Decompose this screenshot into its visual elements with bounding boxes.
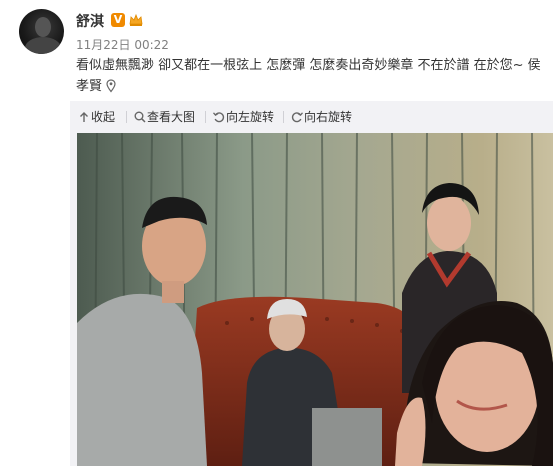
rotate-left-label: 向左旋转: [226, 110, 275, 124]
rotate-right-button[interactable]: 向右旋转: [290, 109, 352, 125]
rotate-left-icon: [213, 112, 225, 123]
rotate-right-icon: [291, 112, 303, 123]
post-header: 舒淇 V 11月22日 00:22 看似虛無飄渺 卻又都在一根弦上 怎麼彈 怎麼…: [0, 0, 557, 100]
avatar-face-shape: [35, 17, 51, 37]
post-photo[interactable]: [77, 133, 553, 466]
avatar[interactable]: [19, 9, 64, 54]
avatar-shoulder-shape: [25, 37, 61, 54]
author-name[interactable]: 舒淇: [76, 11, 104, 31]
magnifier-icon: [134, 111, 146, 123]
post-timestamp[interactable]: 11月22日 00:22: [76, 36, 169, 53]
post-text: 看似虛無飄渺 卻又都在一根弦上 怎麼彈 怎麼奏出奇妙樂章 不在於譜 在於您~ 侯…: [76, 55, 546, 97]
rotate-right-label: 向右旋转: [304, 110, 353, 124]
collapse-button[interactable]: 收起: [77, 109, 119, 125]
toolbar-divider: [205, 111, 206, 123]
toolbar-divider: [283, 111, 284, 123]
collapse-label: 收起: [91, 110, 116, 124]
photo-illustration: [77, 133, 553, 466]
verified-badge[interactable]: V: [111, 13, 125, 27]
media-panel: 收起 查看大图 向左旋转 向右旋转: [70, 101, 553, 466]
crown-badge-icon[interactable]: [128, 12, 144, 28]
post-text-body: 看似虛無飄渺 卻又都在一根弦上 怎麼彈 怎麼奏出奇妙樂章 不在於譜 在於您~ 侯…: [76, 58, 541, 94]
toolbar-divider: [126, 111, 127, 123]
view-large-button[interactable]: 查看大图: [133, 109, 195, 125]
arrow-up-icon: [80, 112, 88, 122]
location-pin-icon[interactable]: [106, 79, 116, 93]
rotate-left-button[interactable]: 向左旋转: [212, 109, 274, 125]
view-large-label: 查看大图: [147, 110, 196, 124]
media-toolbar: 收起 查看大图 向左旋转 向右旋转: [70, 101, 553, 133]
